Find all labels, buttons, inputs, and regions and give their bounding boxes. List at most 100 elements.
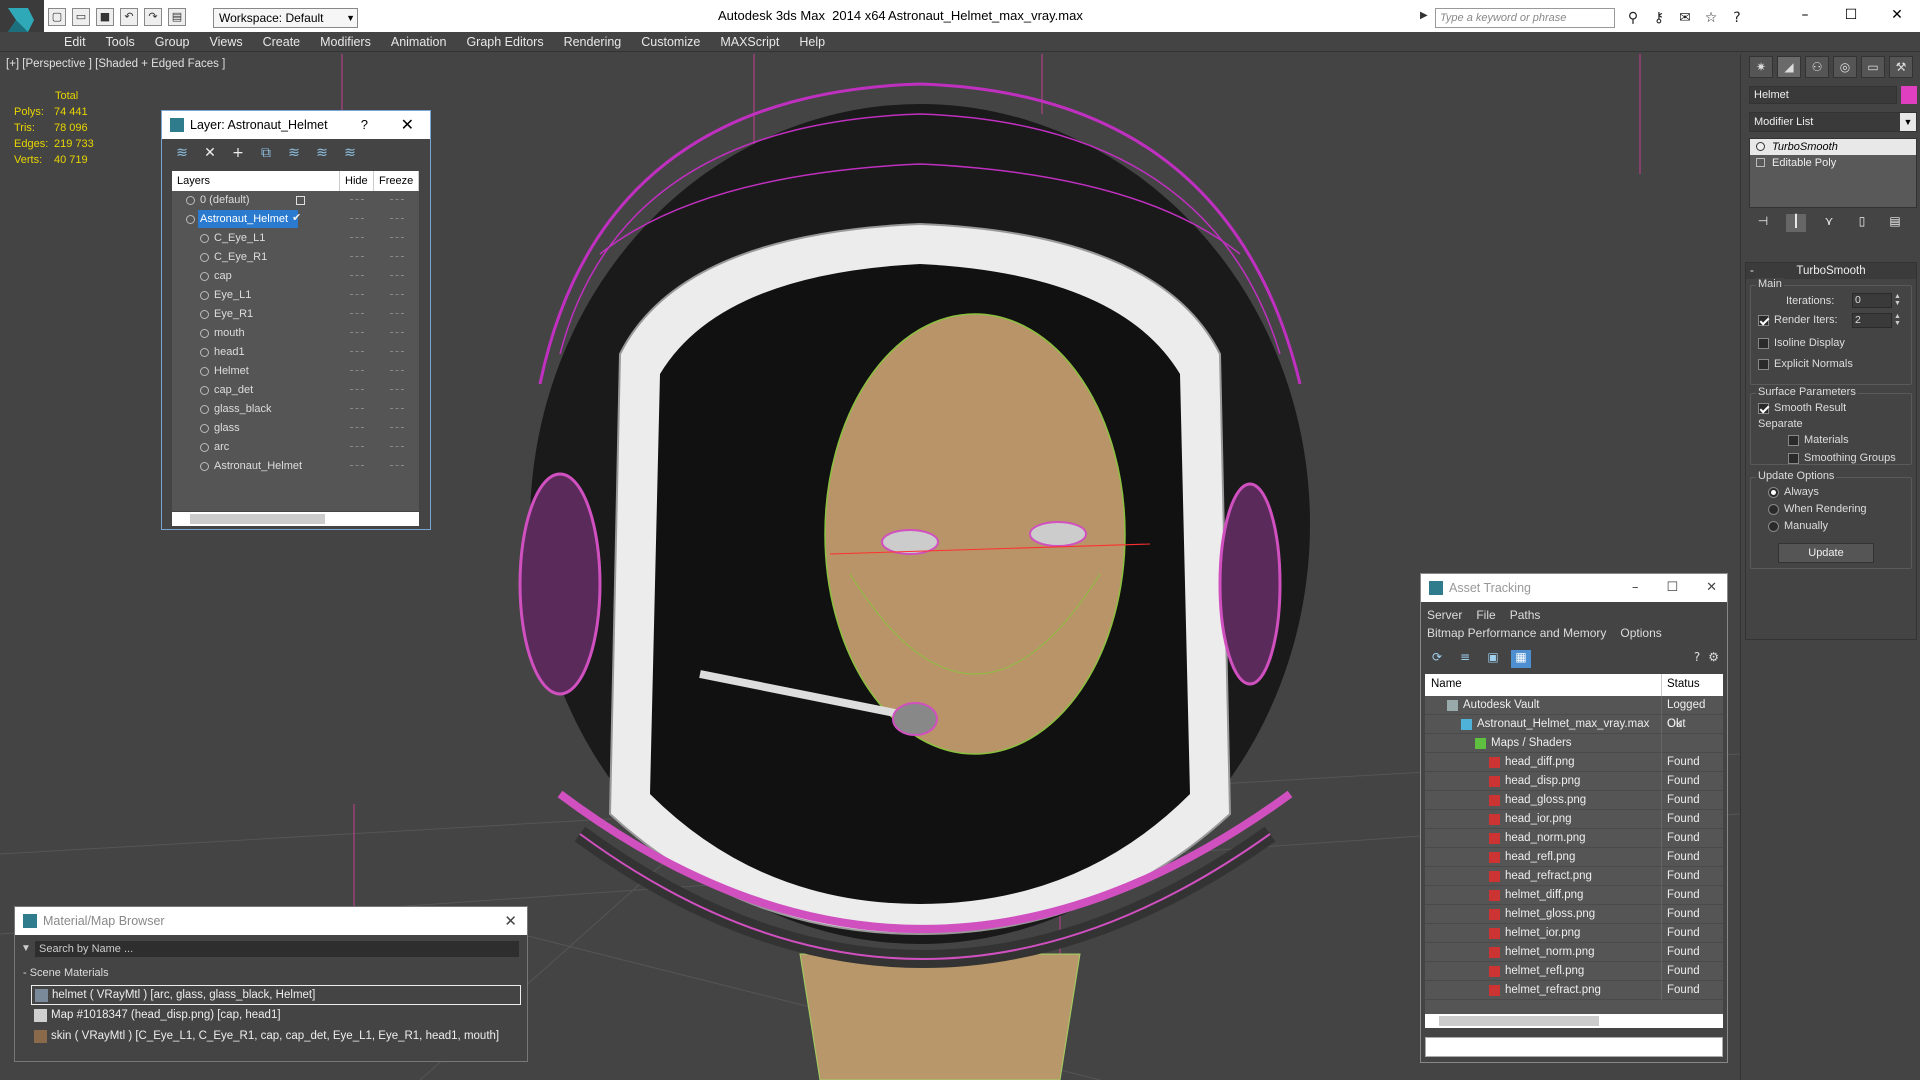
asset-row[interactable]: Astronaut_Helmet_max_vray.max Ok — [1425, 715, 1723, 734]
close-icon[interactable]: ✕ — [504, 907, 517, 935]
menu-graph-editors[interactable]: Graph Editors — [456, 34, 553, 50]
scene-materials-section[interactable]: - Scene Materials — [23, 967, 109, 979]
stack-item-editable-poly[interactable]: Editable Poly — [1750, 155, 1916, 171]
modifier-list-dropdown[interactable]: Modifier List ▼ — [1749, 112, 1917, 132]
asset-menu-server[interactable]: Server — [1427, 608, 1462, 622]
asset-menu-options[interactable]: Options — [1620, 626, 1661, 640]
column-hide[interactable]: Hide — [340, 171, 374, 191]
scrollbar-thumb[interactable] — [190, 514, 325, 524]
hierarchy-tab-icon[interactable]: ⚇ — [1805, 56, 1829, 78]
asset-row[interactable]: helmet_gloss.png Found — [1425, 905, 1723, 924]
layer-row[interactable]: cap_det — [172, 381, 419, 400]
asset-row[interactable]: helmet_refract.png Found — [1425, 981, 1723, 1000]
list-view-icon[interactable]: ≡ — [1455, 650, 1475, 668]
materials-checkbox[interactable] — [1788, 435, 1799, 446]
select-in-layer-icon[interactable]: ⧉ — [256, 143, 276, 163]
layer-row[interactable]: Astronaut_Helmet — [172, 457, 419, 476]
render-iters-checkbox[interactable] — [1758, 315, 1769, 326]
make-unique-icon[interactable]: ⋎ — [1819, 214, 1839, 232]
hide-toggle[interactable] — [350, 446, 364, 447]
stack-item-turbosmooth[interactable]: TurboSmooth — [1750, 139, 1916, 155]
favorites-star-icon[interactable]: ☆ — [1700, 8, 1722, 28]
binoculars-icon[interactable]: ⚲ — [1622, 8, 1644, 28]
freeze-toggle[interactable] — [390, 465, 404, 466]
hide-toggle[interactable] — [350, 218, 364, 219]
freeze-toggle[interactable] — [390, 237, 404, 238]
asset-row[interactable]: head_refract.png Found — [1425, 867, 1723, 886]
help-button[interactable]: ? — [361, 111, 368, 139]
horizontal-scrollbar[interactable] — [1425, 1014, 1723, 1028]
layer-row[interactable]: Eye_L1 — [172, 286, 419, 305]
hide-toggle[interactable] — [350, 427, 364, 428]
highlight-layer-icon[interactable]: ≋ — [284, 143, 304, 163]
asset-row[interactable]: helmet_refl.png Found — [1425, 962, 1723, 981]
search-input[interactable]: Search by Name ... — [35, 941, 519, 957]
freeze-toggle[interactable] — [390, 199, 404, 200]
render-iters-spinner[interactable]: 2 — [1852, 313, 1892, 328]
menu-help[interactable]: Help — [789, 34, 835, 50]
menu-group[interactable]: Group — [145, 34, 200, 50]
hide-toggle[interactable] — [350, 332, 364, 333]
smoothing-groups-checkbox[interactable] — [1788, 453, 1799, 464]
new-layer-icon[interactable]: ≋ — [172, 143, 192, 163]
menu-create[interactable]: Create — [253, 34, 311, 50]
layer-row[interactable]: head1 — [172, 343, 419, 362]
viewport-label[interactable]: [+] [Perspective ] [Shaded + Edged Faces… — [6, 58, 225, 70]
thumbnail-view-icon[interactable]: ▣ — [1483, 650, 1503, 668]
freeze-toggle[interactable] — [390, 427, 404, 428]
material-browser-titlebar[interactable]: Material/Map Browser ✕ — [15, 907, 527, 935]
isoline-display-checkbox[interactable] — [1758, 338, 1769, 349]
layer-row[interactable]: Eye_R1 — [172, 305, 419, 324]
horizontal-scrollbar[interactable] — [172, 512, 419, 526]
configure-sets-icon[interactable]: ▤ — [1885, 214, 1905, 232]
scrollbar-thumb[interactable] — [1439, 1016, 1599, 1026]
undo-icon[interactable]: ↶ — [120, 8, 138, 26]
show-end-result-icon[interactable]: ┃ — [1786, 214, 1806, 232]
material-item[interactable]: skin ( VRayMtl ) [C_Eye_L1, C_Eye_R1, ca… — [31, 1027, 521, 1047]
asset-row[interactable]: head_gloss.png Found — [1425, 791, 1723, 810]
asset-row[interactable]: head_refl.png Found — [1425, 848, 1723, 867]
close-icon[interactable]: ✕ — [401, 111, 414, 139]
asset-row[interactable]: head_norm.png Found — [1425, 829, 1723, 848]
spinner-arrows-icon[interactable]: ▲ ▼ — [1894, 293, 1902, 307]
menu-tools[interactable]: Tools — [96, 34, 145, 50]
menu-modifiers[interactable]: Modifiers — [310, 34, 381, 50]
hide-toggle[interactable] — [350, 237, 364, 238]
update-button[interactable]: Update — [1778, 543, 1874, 563]
freeze-toggle[interactable] — [390, 351, 404, 352]
layer-row[interactable]: Astronaut_Helmet ✔ — [172, 210, 419, 229]
layer-row[interactable]: cap — [172, 267, 419, 286]
asset-row[interactable]: head_disp.png Found — [1425, 772, 1723, 791]
subscription-icon[interactable]: ⚷ — [1648, 8, 1670, 28]
spinner-arrows-icon[interactable]: ▲ ▼ — [1894, 313, 1902, 327]
hide-toggle[interactable] — [350, 370, 364, 371]
redo-icon[interactable]: ↷ — [144, 8, 162, 26]
project-folder-icon[interactable]: ▤ — [168, 8, 186, 26]
pin-stack-icon[interactable]: ⊣ — [1753, 214, 1773, 232]
column-divider[interactable] — [1661, 674, 1662, 696]
column-freeze[interactable]: Freeze — [374, 171, 419, 191]
refresh-icon[interactable]: ⟳ — [1427, 650, 1447, 668]
asset-row[interactable]: helmet_ior.png Found — [1425, 924, 1723, 943]
delete-layer-icon[interactable]: ✕ — [200, 143, 220, 163]
menu-maxscript[interactable]: MAXScript — [710, 34, 789, 50]
layer-manager-window[interactable]: Layer: Astronaut_Helmet ? ✕ ≋ ✕ + ⧉ ≋ ≋ … — [161, 110, 431, 530]
asset-row[interactable]: Maps / Shaders — [1425, 734, 1723, 753]
asset-menu-bitmap-performance-and-memory[interactable]: Bitmap Performance and Memory — [1427, 626, 1606, 640]
search-expand-icon[interactable]: ▶ — [1420, 10, 1432, 26]
freeze-toggle[interactable] — [390, 294, 404, 295]
hide-toggle[interactable] — [350, 199, 364, 200]
asset-menu-file[interactable]: File — [1476, 608, 1495, 622]
layer-row[interactable]: glass — [172, 419, 419, 438]
always-radio[interactable] — [1768, 487, 1779, 498]
add-to-layer-icon[interactable]: + — [228, 143, 248, 163]
layer-row[interactable]: glass_black — [172, 400, 419, 419]
column-name[interactable]: Name — [1431, 678, 1462, 690]
freeze-toggle[interactable] — [390, 313, 404, 314]
hide-toggle[interactable] — [350, 408, 364, 409]
menu-views[interactable]: Views — [199, 34, 252, 50]
open-file-icon[interactable]: ▭ — [72, 8, 90, 26]
freeze-toggle[interactable] — [390, 332, 404, 333]
smooth-result-checkbox[interactable] — [1758, 403, 1769, 414]
lightbulb-icon[interactable] — [1756, 142, 1765, 151]
